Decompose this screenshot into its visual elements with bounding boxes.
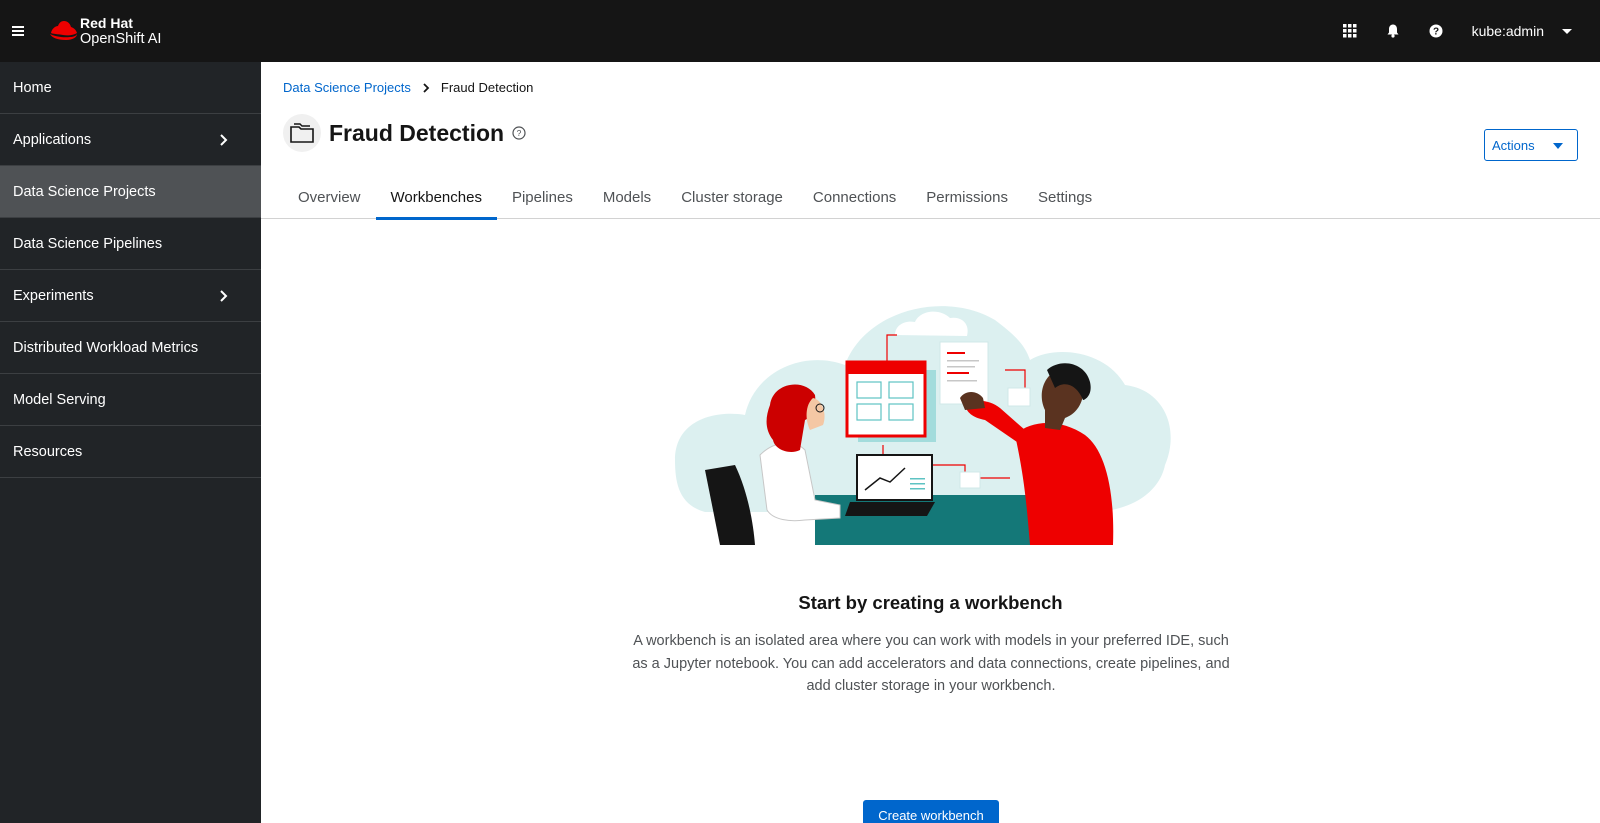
tab-overview[interactable]: Overview <box>283 176 376 219</box>
workbench-illustration <box>675 306 1171 545</box>
tab-permissions[interactable]: Permissions <box>911 176 1023 219</box>
sidebar-item-label: Applications <box>13 131 92 148</box>
sidebar-item-resources[interactable]: Resources <box>0 426 261 478</box>
sidebar-item-label: Data Science Projects <box>13 183 156 200</box>
sidebar-item-label: Data Science Pipelines <box>13 235 163 252</box>
sidebar-item-data-science-pipelines[interactable]: Data Science Pipelines <box>0 218 261 270</box>
breadcrumb-current: Fraud Detection <box>440 80 534 95</box>
brand-logo[interactable]: Red Hat OpenShift AI <box>48 15 161 47</box>
svg-text:?: ? <box>517 128 522 138</box>
sidebar-item-label: Resources <box>13 443 83 460</box>
empty-state-title: Start by creating a workbench <box>798 592 1063 613</box>
app-launcher-icon[interactable] <box>1329 0 1372 62</box>
tab-connections[interactable]: Connections <box>798 176 911 219</box>
sidebar-item-experiments[interactable]: Experiments <box>0 270 261 322</box>
tab-settings[interactable]: Settings <box>1023 176 1107 219</box>
sidebar-item-applications[interactable]: Applications <box>0 114 261 166</box>
sidebar-item-label: Model Serving <box>13 391 106 408</box>
chevron-right-icon <box>220 289 228 302</box>
chevron-right-icon <box>423 82 430 93</box>
sidebar-item-distributed-workload-metrics[interactable]: Distributed Workload Metrics <box>0 322 261 374</box>
sidebar-item-data-science-projects[interactable]: Data Science Projects <box>0 166 261 218</box>
sidebar-item-label: Experiments <box>13 287 94 304</box>
help-icon[interactable]: ? <box>512 126 526 140</box>
caret-down-icon <box>1553 143 1563 149</box>
project-tabs: Overview Workbenches Pipelines Models Cl… <box>261 176 1600 220</box>
tab-pipelines[interactable]: Pipelines <box>497 176 588 219</box>
page-title: Fraud Detection <box>329 119 505 146</box>
help-icon[interactable]: ? <box>1415 0 1458 62</box>
caret-down-icon <box>1562 29 1572 34</box>
actions-label: Actions <box>1492 137 1535 153</box>
breadcrumb: Data Science Projects Fraud Detection <box>283 80 533 95</box>
sidebar-item-model-serving[interactable]: Model Serving <box>0 374 261 426</box>
hamburger-icon[interactable] <box>0 0 38 62</box>
breadcrumb-link-projects[interactable]: Data Science Projects <box>283 80 411 95</box>
create-workbench-button[interactable]: Create workbench <box>863 800 999 823</box>
tab-workbenches[interactable]: Workbenches <box>375 176 498 220</box>
brand-name: Red Hat <box>80 15 133 31</box>
main-content: Data Science Projects Fraud Detection Fr… <box>261 62 1600 823</box>
tab-cluster-storage[interactable]: Cluster storage <box>666 176 798 219</box>
red-hat-logo-icon <box>50 21 77 40</box>
user-name: kube:admin <box>1471 23 1544 39</box>
sidebar-item-label: Distributed Workload Metrics <box>13 339 199 356</box>
sidebar-item-label: Home <box>13 79 52 96</box>
empty-state: Start by creating a workbench A workbenc… <box>261 220 1600 823</box>
empty-state-body: A workbench is an isolated area where yo… <box>632 633 1230 694</box>
tab-models[interactable]: Models <box>588 176 666 219</box>
bell-icon[interactable] <box>1372 0 1415 62</box>
product-name: OpenShift AI <box>80 31 162 47</box>
chevron-right-icon <box>220 133 228 146</box>
masthead: Red Hat OpenShift AI ? kube:admin <box>0 0 1600 62</box>
sidebar-nav: Home Applications Data Science Projects … <box>0 62 261 823</box>
page-header: Fraud Detection ? <box>283 114 526 152</box>
project-icon <box>283 114 321 152</box>
user-menu[interactable]: kube:admin <box>1472 23 1572 39</box>
svg-text:?: ? <box>1433 27 1439 38</box>
sidebar-item-home[interactable]: Home <box>0 62 261 114</box>
actions-dropdown[interactable]: Actions <box>1484 129 1578 161</box>
